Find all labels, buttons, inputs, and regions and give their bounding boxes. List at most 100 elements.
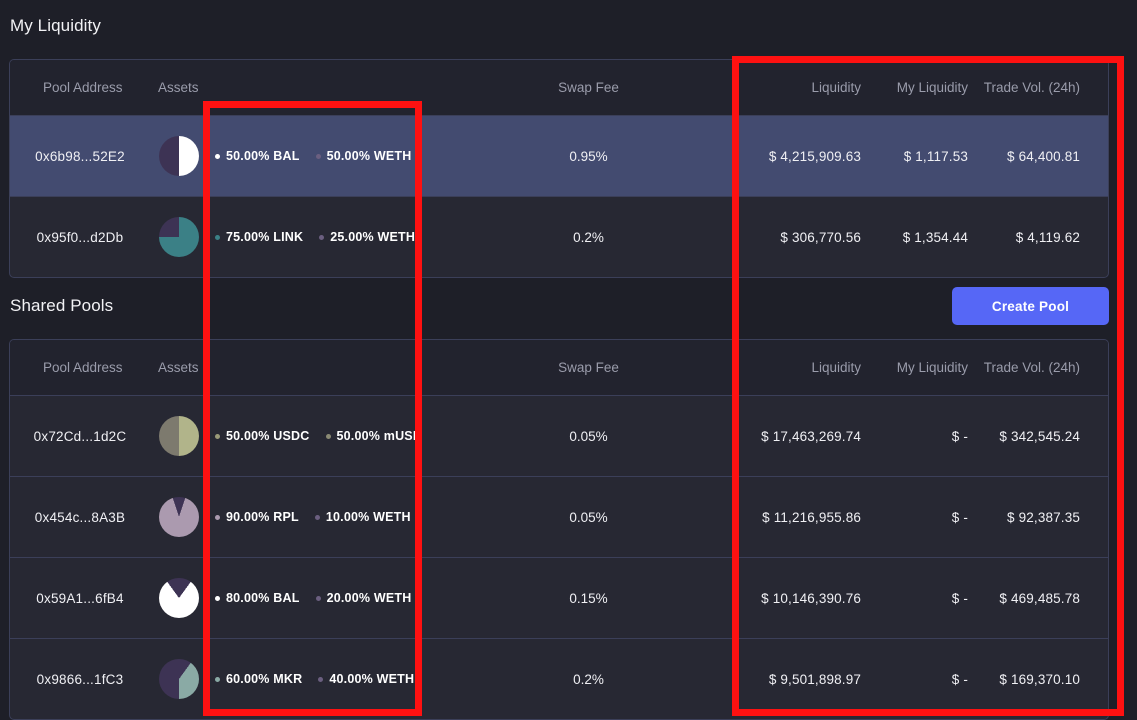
asset-weight-item: 50.00% WETH: [316, 149, 412, 163]
column-header-assets[interactable]: Assets: [150, 340, 436, 396]
shared-pools-table-body: 0x72Cd...1d2C 50.00% USDC 50.00% mUSD 0.05%…: [10, 396, 1108, 720]
asset-label: 60.00% MKR: [226, 672, 302, 686]
pool-weights-pie-icon: [150, 116, 207, 197]
asset-label: 40.00% WETH: [329, 672, 414, 686]
column-header-my-liquidity[interactable]: My Liquidity: [873, 340, 980, 396]
shared-pools-table: Pool Address Assets Swap Fee Liquidity M…: [10, 340, 1108, 719]
asset-color-dot-icon: [316, 596, 321, 601]
trade-volume-cell: $ 92,387.35: [980, 477, 1108, 558]
table-row[interactable]: 0x59A1...6fB480.00% BAL20.00% WETH0.15%$…: [10, 558, 1108, 639]
trade-volume-cell: $ 4,119.62: [980, 197, 1108, 278]
my-liquidity-cell: $ 1,117.53: [873, 116, 980, 197]
asset-label: 20.00% WETH: [327, 591, 412, 605]
pie-chart-icon: [159, 497, 199, 537]
asset-label: 10.00% WETH: [326, 510, 411, 524]
assets-list: 75.00% LINK 25.00% WETH: [215, 230, 436, 244]
column-header-pool-address[interactable]: Pool Address: [10, 60, 150, 116]
asset-color-dot-icon: [316, 154, 321, 159]
liquidity-cell: $ 11,216,955.86: [741, 477, 873, 558]
table-row[interactable]: 0x454c...8A3B90.00% RPL10.00% WETH0.05%$…: [10, 477, 1108, 558]
shared-pools-title: Shared Pools: [0, 295, 113, 317]
assets-cell: 50.00% BAL 50.00% WETH: [207, 116, 436, 197]
pool-address-cell[interactable]: 0x6b98...52E2: [10, 116, 150, 197]
pie-chart-icon: [159, 217, 199, 257]
pie-chart-icon: [159, 659, 199, 699]
my-liquidity-cell: $ 1,354.44: [873, 197, 980, 278]
my-liquidity-cell: $ -: [873, 558, 980, 639]
asset-color-dot-icon: [215, 434, 220, 439]
assets-list: 80.00% BAL 20.00% WETH: [215, 591, 436, 605]
pool-address-cell[interactable]: 0x72Cd...1d2C: [10, 396, 150, 477]
asset-color-dot-icon: [315, 515, 320, 520]
my-liquidity-cell: $ -: [873, 639, 980, 720]
liquidity-cell: $ 10,146,390.76: [741, 558, 873, 639]
column-header-pool-address[interactable]: Pool Address: [10, 340, 150, 396]
asset-label: 90.00% RPL: [226, 510, 299, 524]
table-header-row: Pool Address Assets Swap Fee Liquidity M…: [10, 340, 1108, 396]
pool-weights-pie-icon: [150, 639, 207, 720]
liquidity-cell: $ 17,463,269.74: [741, 396, 873, 477]
asset-weight-item: 25.00% WETH: [319, 230, 415, 244]
pool-address-cell[interactable]: 0x95f0...d2Db: [10, 197, 150, 278]
pool-address-cell[interactable]: 0x59A1...6fB4: [10, 558, 150, 639]
swap-fee-cell: 0.95%: [436, 116, 741, 197]
asset-weight-item: 40.00% WETH: [318, 672, 414, 686]
asset-label: 80.00% BAL: [226, 591, 300, 605]
assets-list: 50.00% BAL 50.00% WETH: [215, 149, 436, 163]
column-header-trade-vol[interactable]: Trade Vol. (24h): [980, 60, 1108, 116]
my-liquidity-table: Pool Address Assets Swap Fee Liquidity M…: [10, 60, 1108, 277]
assets-list: 90.00% RPL 10.00% WETH: [215, 510, 436, 524]
asset-color-dot-icon: [215, 596, 220, 601]
column-header-swap-fee[interactable]: Swap Fee: [436, 60, 741, 116]
asset-color-dot-icon: [319, 235, 324, 240]
column-header-my-liquidity[interactable]: My Liquidity: [873, 60, 980, 116]
asset-label: 50.00% USDC: [226, 429, 310, 443]
column-header-swap-fee[interactable]: Swap Fee: [436, 340, 741, 396]
asset-color-dot-icon: [318, 677, 323, 682]
asset-weight-item: 60.00% MKR: [215, 672, 302, 686]
table-row[interactable]: 0x9866...1fC360.00% MKR40.00% WETH0.2%$ …: [10, 639, 1108, 720]
asset-color-dot-icon: [215, 154, 220, 159]
pool-weights-pie-icon: [150, 197, 207, 278]
table-row[interactable]: 0x95f0...d2Db 75.00% LINK 25.00% WETH 0.2% $…: [10, 197, 1108, 278]
asset-weight-item: 75.00% LINK: [215, 230, 303, 244]
my-liquidity-title: My Liquidity: [0, 15, 101, 37]
asset-weight-item: 50.00% BAL: [215, 149, 300, 163]
trade-volume-cell: $ 469,485.78: [980, 558, 1108, 639]
pool-address-cell[interactable]: 0x9866...1fC3: [10, 639, 150, 720]
asset-weight-item: 50.00% mUSD: [326, 429, 423, 443]
create-pool-button[interactable]: Create Pool: [952, 287, 1109, 325]
table-row[interactable]: 0x6b98...52E250.00% BAL50.00% WETH0.95%$…: [10, 116, 1108, 197]
asset-weight-item: 80.00% BAL: [215, 591, 300, 605]
shared-pools-header-strip: Shared Pools Create Pool: [0, 281, 1137, 337]
pie-chart-icon: [159, 578, 199, 618]
pie-chart-icon: [159, 416, 199, 456]
assets-cell: 90.00% RPL 10.00% WETH: [207, 477, 436, 558]
liquidity-cell: $ 9,501,898.97: [741, 639, 873, 720]
asset-label: 50.00% WETH: [327, 149, 412, 163]
column-header-liquidity[interactable]: Liquidity: [741, 340, 873, 396]
column-header-assets[interactable]: Assets: [150, 60, 436, 116]
my-liquidity-cell: $ -: [873, 396, 980, 477]
asset-color-dot-icon: [215, 515, 220, 520]
assets-cell: 80.00% BAL 20.00% WETH: [207, 558, 436, 639]
asset-weight-item: 90.00% RPL: [215, 510, 299, 524]
my-liquidity-cell: $ -: [873, 477, 980, 558]
asset-label: 25.00% WETH: [330, 230, 415, 244]
swap-fee-cell: 0.05%: [436, 396, 741, 477]
asset-label: 50.00% mUSD: [337, 429, 423, 443]
asset-color-dot-icon: [326, 434, 331, 439]
pool-address-cell[interactable]: 0x454c...8A3B: [10, 477, 150, 558]
asset-color-dot-icon: [215, 235, 220, 240]
table-row[interactable]: 0x72Cd...1d2C 50.00% USDC 50.00% mUSD 0.05%…: [10, 396, 1108, 477]
liquidity-cell: $ 4,215,909.63: [741, 116, 873, 197]
assets-cell: 60.00% MKR 40.00% WETH: [207, 639, 436, 720]
swap-fee-cell: 0.2%: [436, 197, 741, 278]
asset-color-dot-icon: [215, 677, 220, 682]
column-header-liquidity[interactable]: Liquidity: [741, 60, 873, 116]
my-liquidity-table-panel: Pool Address Assets Swap Fee Liquidity M…: [9, 59, 1109, 278]
asset-weight-item: 20.00% WETH: [316, 591, 412, 605]
pool-weights-pie-icon: [150, 558, 207, 639]
trade-volume-cell: $ 64,400.81: [980, 116, 1108, 197]
column-header-trade-vol[interactable]: Trade Vol. (24h): [980, 340, 1108, 396]
